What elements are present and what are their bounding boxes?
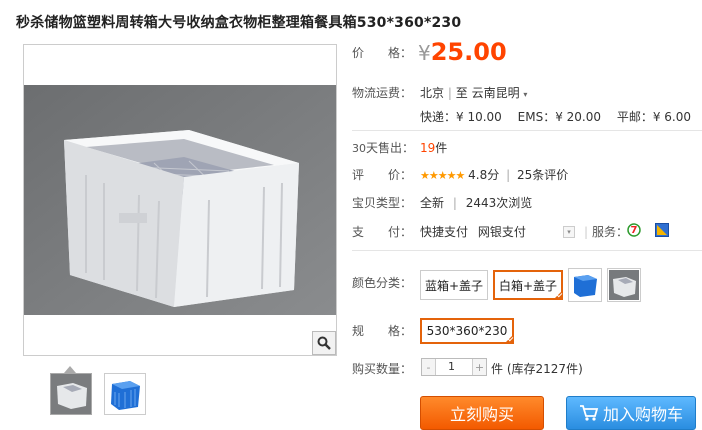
rating-score: 4.8分 (468, 168, 500, 182)
type-value: 全新 | 2443次浏览 (420, 194, 532, 211)
spec-option-label: 530*360*230 (426, 324, 508, 338)
sales-count: 19 (420, 141, 436, 155)
quantity-plus-button[interactable]: + (473, 359, 486, 375)
seven-day-return-icon[interactable]: 7 (626, 221, 642, 237)
rating-sep: | (506, 168, 511, 182)
ship-sep: | (447, 86, 452, 100)
price-symbol: ¥ (418, 41, 431, 65)
spec-check-icon (504, 334, 514, 344)
sales-value: 19件 (420, 139, 447, 156)
thumbnail-blue-box[interactable] (104, 373, 146, 415)
magnifier-icon (317, 336, 331, 350)
quantity-row: 购买数量： (352, 360, 412, 377)
price-row: 价 格： (352, 44, 412, 61)
shipping-row: 物流运费： (352, 84, 412, 101)
color-option-blue[interactable]: 蓝箱+盖子 (420, 270, 488, 300)
payment-quick: 快捷支付 (420, 225, 469, 239)
shipping-label: 物流运费： (352, 86, 413, 100)
blue-swatch-image (574, 275, 597, 297)
add-to-cart-button[interactable]: 加入购物车 (566, 396, 696, 430)
quantity-unit: 件 (491, 362, 504, 376)
payment-label: 支 付： (352, 225, 413, 239)
stock-count: (库存2127件) (506, 362, 583, 376)
rating-row: 评 价： (352, 166, 412, 183)
guarantee-icon[interactable] (655, 222, 669, 237)
ship-to-label: 至 (455, 86, 468, 100)
cart-icon (579, 405, 599, 421)
quantity-input[interactable]: 1 (435, 359, 473, 375)
sales-label: 天售出： (366, 141, 415, 155)
product-title: 秒杀储物篮塑料周转箱大号收纳盒衣物柜整理箱餐具箱530*360*230 (16, 15, 462, 31)
sales-row: 30天售出： (352, 139, 414, 156)
svg-text:7: 7 (631, 225, 638, 236)
white-swatch-image (609, 270, 639, 300)
payment-bank: 网银支付 (477, 225, 526, 239)
blue-box-thumb-image (105, 374, 145, 414)
surface-fee: 平邮：¥ 6.00 (616, 110, 691, 124)
divider (352, 130, 702, 131)
reviews-link[interactable]: 25条评价 (517, 168, 568, 182)
color-option-white[interactable]: 白箱+盖子 (493, 270, 563, 300)
item-condition: 全新 (420, 196, 445, 210)
sales-days: 30 (352, 142, 366, 155)
zoom-button[interactable] (312, 331, 336, 355)
type-row: 宝贝类型： (352, 194, 412, 211)
ems-fee: EMS：¥ 20.00 (517, 110, 601, 124)
color-option-white-image[interactable] (607, 268, 641, 302)
spec-label: 规 格： (352, 324, 413, 338)
service-label: 服务： (592, 225, 629, 239)
quantity-stepper: - 1 + (421, 358, 487, 376)
shipping-fees: 快递：¥ 10.00 EMS：¥ 20.00 平邮：¥ 6.00 (420, 108, 691, 125)
main-product-image[interactable] (23, 44, 337, 356)
buy-now-button[interactable]: 立刻购买 (420, 396, 544, 430)
selected-check-icon (553, 290, 563, 300)
sales-unit: 件 (435, 141, 448, 155)
reviews-count: 25 (516, 168, 533, 182)
type-sep: | (452, 196, 457, 210)
quantity-label: 购买数量： (352, 362, 413, 376)
thumbnail-white-box[interactable] (50, 373, 92, 415)
white-box-thumb-image (51, 374, 91, 414)
thumbnail-pointer (64, 366, 76, 373)
add-to-cart-label: 加入购物车 (602, 405, 683, 424)
payment-row: 支 付： (352, 223, 412, 240)
ship-from: 北京 (420, 86, 445, 100)
service-sep: | (584, 225, 589, 239)
spec-option[interactable]: 530*360*230 (420, 318, 514, 344)
views-count: 2443 (465, 196, 497, 210)
reviews-suffix: 条评价 (532, 168, 569, 182)
product-photo (24, 85, 336, 315)
payment-methods: 快捷支付 网银支付 (420, 223, 526, 240)
color-label: 颜色分类： (352, 276, 413, 290)
express-fee: 快递：¥ 10.00 (420, 110, 502, 124)
chevron-down-icon[interactable]: ▾ (523, 90, 527, 99)
seven-day-svg: 7 (627, 223, 641, 237)
service-wrap: | 服务： (584, 223, 628, 240)
price-value: 25.00 (430, 38, 507, 66)
star-rating-icon: ★★★★★ (420, 169, 465, 182)
payment-dropdown-icon[interactable]: ▾ (563, 226, 575, 238)
spec-row: 规 格： (352, 322, 412, 339)
rating-label: 评 价： (352, 168, 413, 182)
views-suffix: 次浏览 (496, 196, 533, 210)
color-option-blue-image[interactable] (568, 268, 602, 302)
price-value-wrap: ¥25.00 (418, 38, 507, 66)
rating-value[interactable]: ★★★★★ 4.8分 | 25条评价 (420, 166, 568, 183)
price-label: 价 格： (352, 46, 413, 60)
shipping-route[interactable]: 北京 | 至 云南昆明 ▾ (420, 84, 527, 101)
color-option-white-label: 白箱+盖子 (498, 278, 558, 293)
guarantee-svg (655, 223, 669, 237)
type-label: 宝贝类型： (352, 196, 413, 210)
ship-destination[interactable]: 云南昆明 (472, 86, 520, 100)
quantity-minus-button[interactable]: - (422, 359, 435, 375)
color-row: 颜色分类： (352, 274, 412, 291)
divider-2 (352, 250, 702, 251)
stock-info: 件 (库存2127件) (491, 360, 583, 377)
buy-now-label: 立刻购买 (449, 405, 514, 424)
color-option-blue-label: 蓝箱+盖子 (424, 278, 484, 293)
